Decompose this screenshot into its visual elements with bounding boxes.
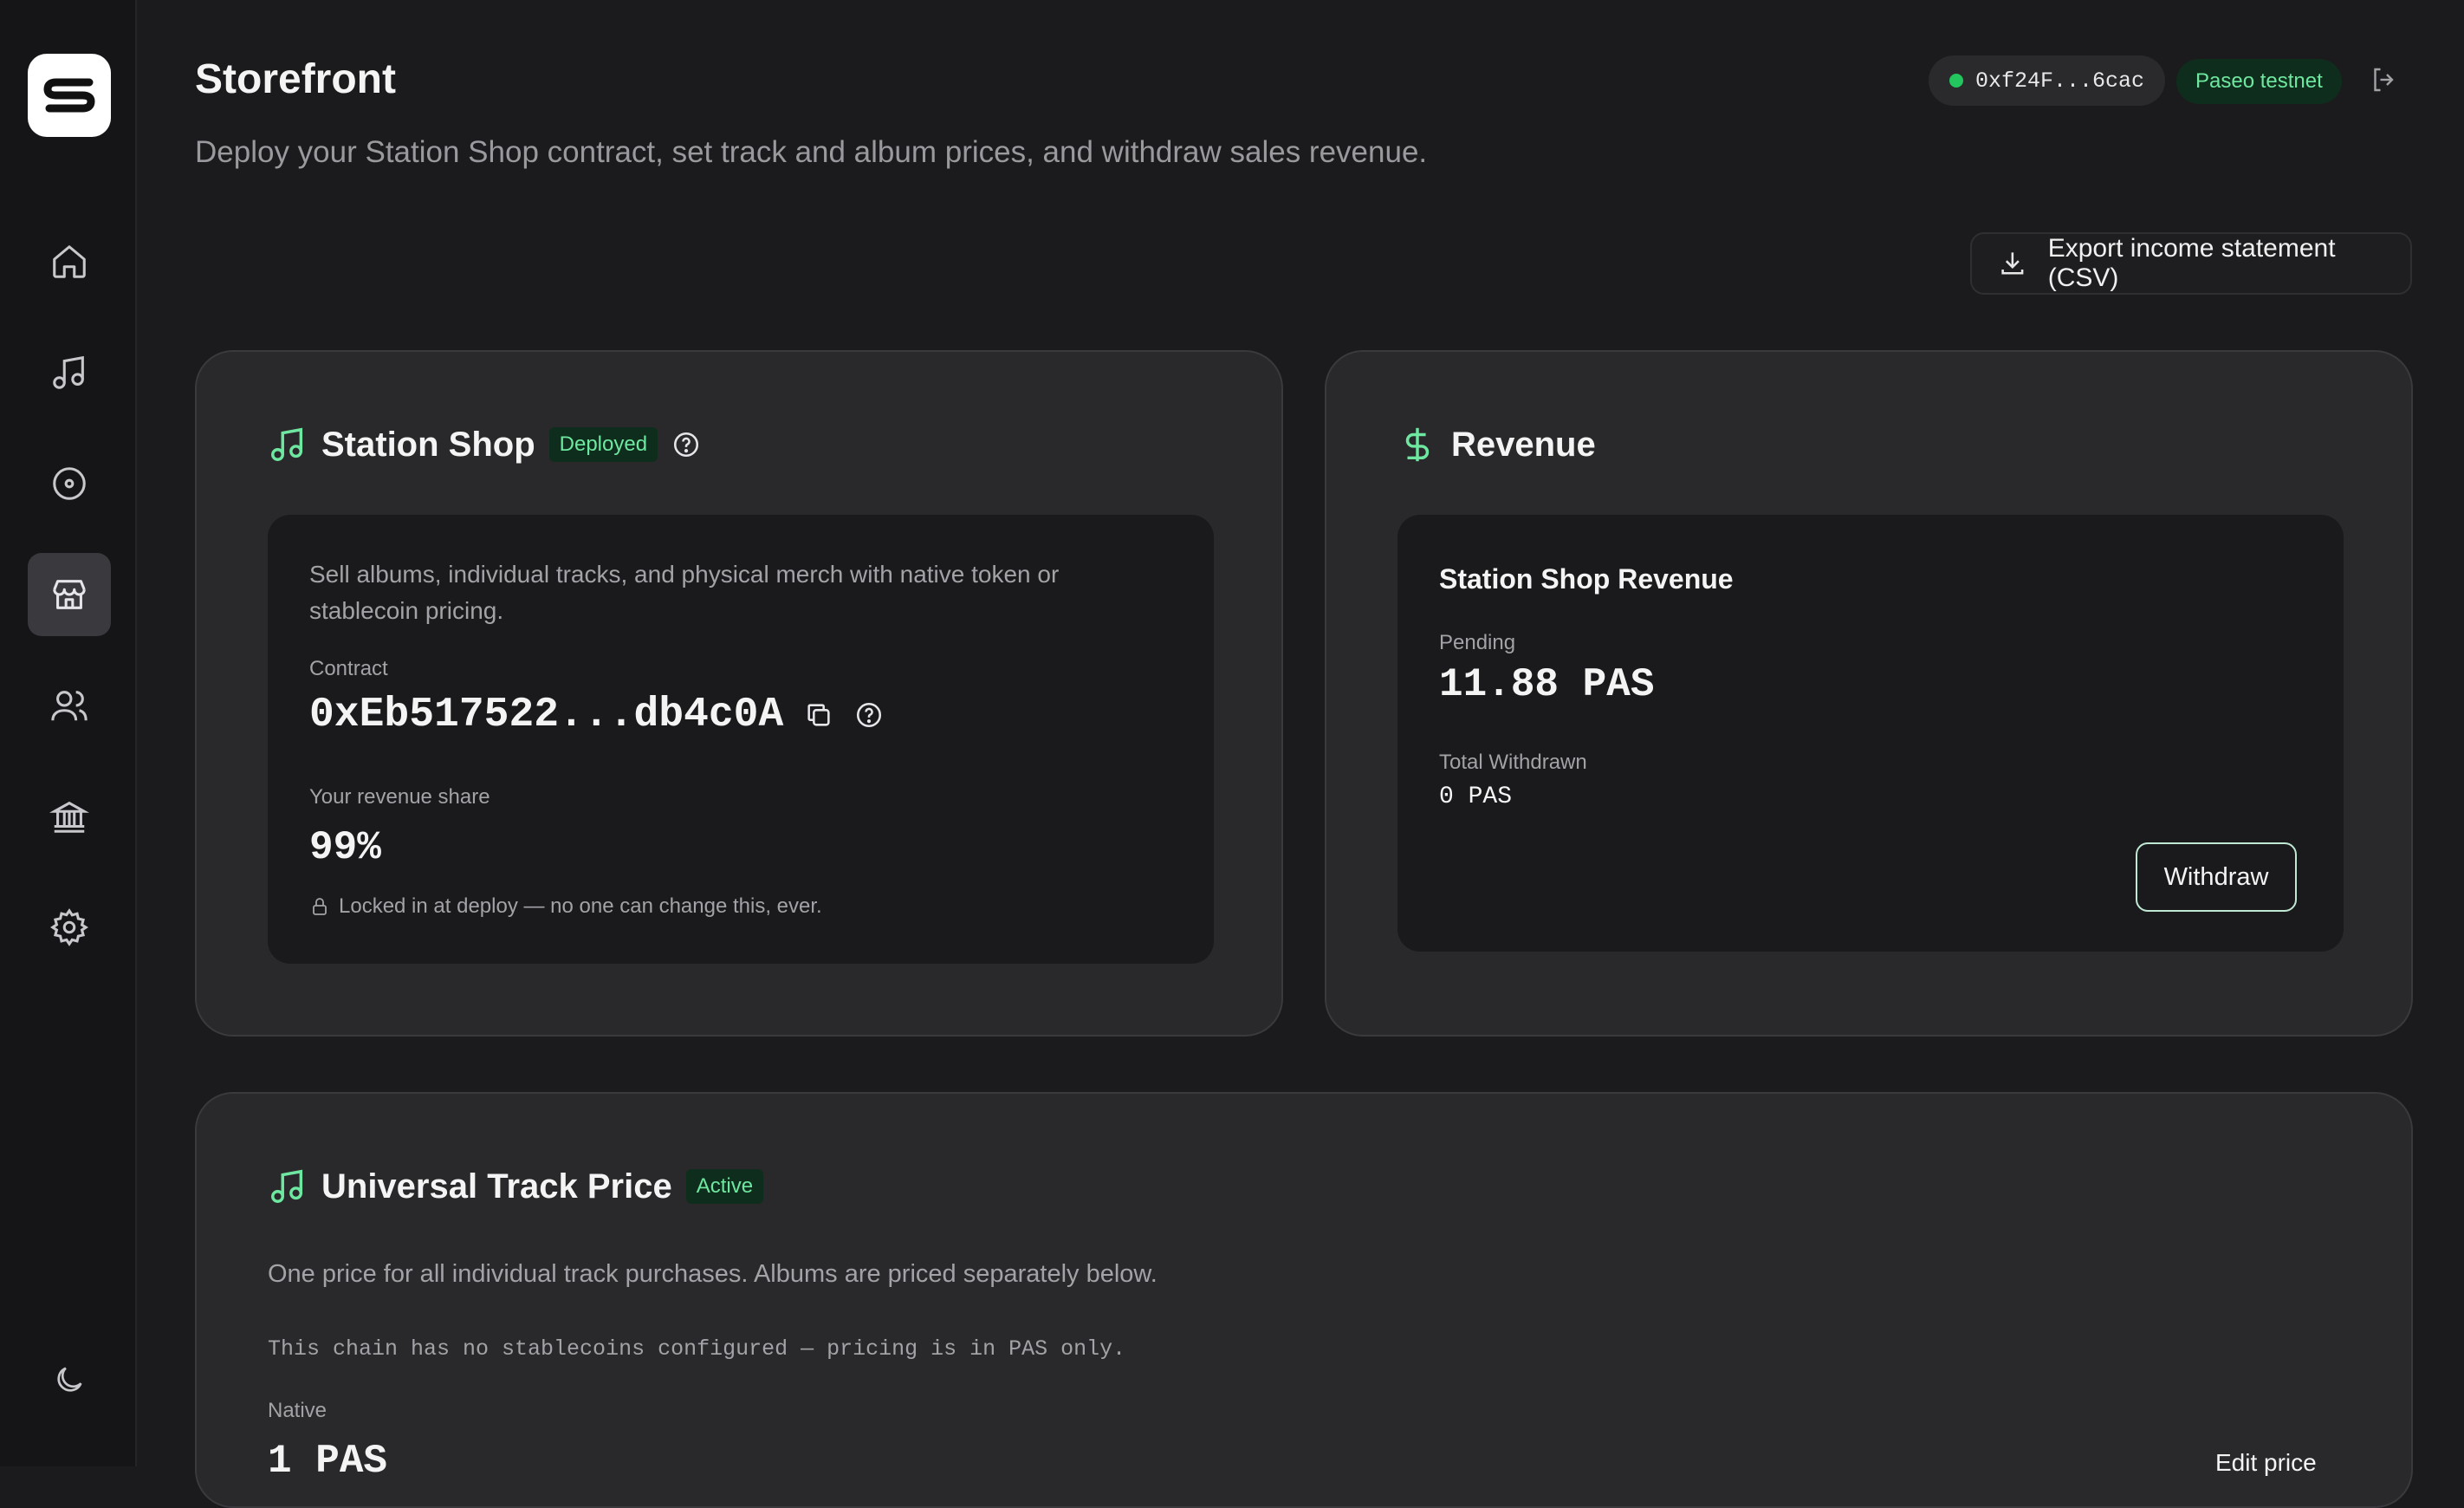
withdrawn-label: Total Withdrawn (1439, 751, 1587, 774)
users-icon (51, 691, 88, 721)
page-subtitle: Deploy your Station Shop contract, set t… (195, 135, 1428, 169)
universal-track-price-card: Universal Track Price Active One price f… (195, 1092, 2413, 1508)
logout-icon[interactable] (2369, 64, 2400, 95)
deployed-badge: Deployed (548, 427, 658, 462)
music-note-icon (53, 355, 84, 389)
station-shop-title-row: Station Shop Deployed (268, 425, 701, 465)
track-price-title-row: Universal Track Price Active (268, 1167, 764, 1206)
theme-toggle-button[interactable] (28, 1338, 111, 1421)
help-icon[interactable] (671, 430, 701, 459)
disc-icon (53, 467, 86, 500)
export-income-statement-button[interactable]: Export income statement (CSV) (1970, 232, 2412, 295)
station-shop-description: Sell albums, individual tracks, and phys… (309, 561, 1060, 624)
music-note-icon (271, 1169, 303, 1203)
withdraw-button[interactable]: Withdraw (2136, 842, 2297, 912)
wallet-address: 0xf24F...6cac (1975, 68, 2145, 94)
sidebar-item-storefront[interactable] (28, 553, 111, 636)
app-logo[interactable] (28, 54, 111, 137)
help-icon[interactable] (854, 700, 884, 730)
network-badge[interactable]: Paseo testnet (2176, 59, 2342, 104)
logo-icon (43, 78, 95, 113)
station-shop-revenue-panel: Station Shop Revenue Pending 11.88 PAS T… (1397, 515, 2344, 952)
station-shop-details-panel: Sell albums, individual tracks, and phys… (268, 515, 1214, 964)
contract-row: 0xEb517522...db4c0A (309, 692, 884, 738)
pending-label: Pending (1439, 631, 1516, 654)
native-price-value: 1 PAS (268, 1439, 388, 1484)
withdrawn-value: 0 PAS (1439, 783, 1513, 810)
export-label: Export income statement (CSV) (2047, 234, 2336, 292)
music-note-icon (271, 427, 303, 461)
sidebar-item-bank[interactable] (28, 775, 111, 858)
sidebar (0, 0, 137, 1466)
contract-label: Contract (309, 657, 388, 680)
track-price-description: One price for all individual track purch… (268, 1260, 1157, 1288)
gear-icon (50, 908, 88, 946)
wallet-address-pill[interactable]: 0xf24F...6cac (1929, 55, 2166, 106)
revenue-share-value: 99% (309, 825, 381, 870)
download-icon (2001, 252, 2024, 275)
lock-note: Locked in at deploy — no one can change … (339, 894, 822, 918)
lock-icon (313, 898, 327, 915)
sidebar-item-home[interactable] (28, 220, 111, 303)
sidebar-item-settings[interactable] (28, 886, 111, 969)
revenue-share-label: Your revenue share (309, 785, 490, 809)
active-badge: Active (685, 1169, 764, 1204)
connection-status-dot (1949, 74, 1963, 88)
moon-icon (57, 1367, 82, 1392)
pending-value: 11.88 PAS (1439, 662, 1655, 707)
edit-price-button[interactable]: Edit price (2215, 1449, 2317, 1477)
revenue-card: Revenue Station Shop Revenue Pending 11.… (1325, 350, 2413, 1037)
station-shop-title: Station Shop (321, 425, 535, 464)
station-shop-card: Station Shop Deployed Sell albums, indiv… (195, 350, 1283, 1037)
revenue-panel-title: Station Shop Revenue (1439, 563, 1734, 595)
copy-icon[interactable] (804, 700, 833, 730)
revenue-title: Revenue (1451, 425, 1596, 464)
contract-address[interactable]: 0xEb517522...db4c0A (309, 692, 783, 738)
chain-note: This chain has no stablecoins configured… (268, 1336, 1126, 1362)
sidebar-item-music[interactable] (28, 331, 111, 414)
store-icon (53, 580, 86, 609)
dollar-icon (1405, 427, 1430, 462)
bank-icon (49, 801, 89, 833)
revenue-title-row: Revenue (1397, 425, 1596, 465)
sidebar-item-disc[interactable] (28, 442, 111, 525)
home-icon (53, 245, 86, 278)
page-title: Storefront (195, 56, 396, 102)
lock-note-row: Locked in at deploy — no one can change … (309, 894, 822, 919)
native-label: Native (268, 1399, 327, 1422)
sidebar-item-users[interactable] (28, 664, 111, 747)
track-price-title: Universal Track Price (321, 1167, 672, 1206)
